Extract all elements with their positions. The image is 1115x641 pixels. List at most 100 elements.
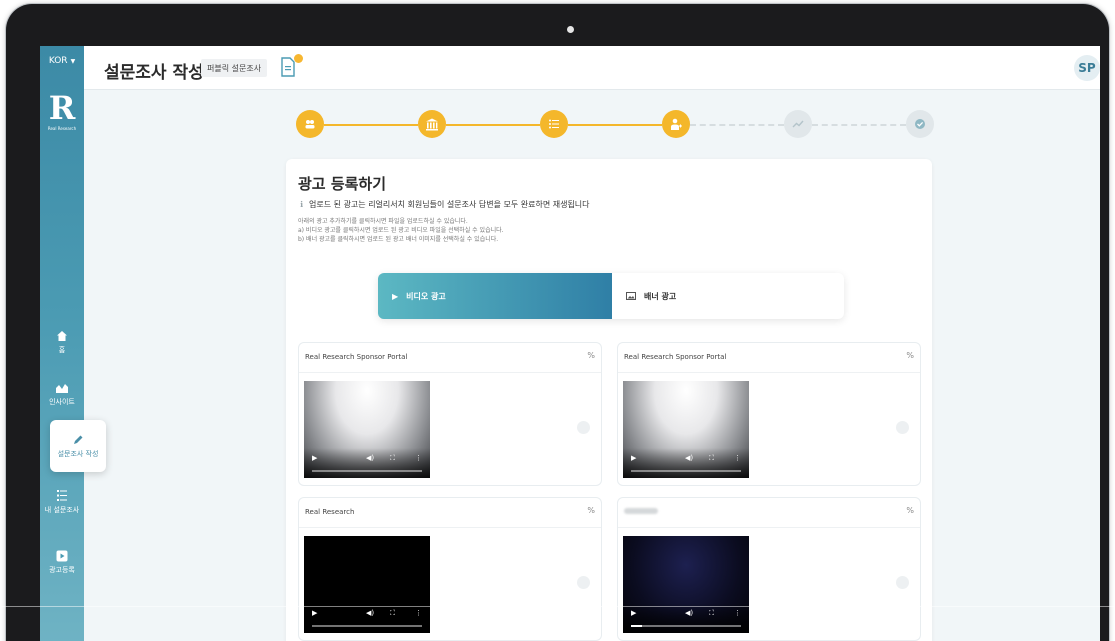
sidebar-item-label: 내 설문조사: [44, 506, 80, 514]
video-progress[interactable]: [312, 470, 422, 472]
help-line: 아래의 광고 추가하기를 클릭하시면 파일을 업로드하실 수 있습니다.: [298, 218, 468, 225]
link-icon[interactable]: %: [906, 351, 914, 360]
step-connector: [690, 124, 784, 126]
step-6[interactable]: [906, 110, 934, 138]
laptop-frame: KOR ▼ R Real Research 홈 인사이트 설문조사 작성 내 설…: [6, 4, 1109, 641]
volume-icon[interactable]: ◀): [366, 454, 374, 462]
fullscreen-icon[interactable]: ⛶: [709, 609, 714, 618]
sidebar-item-ad-register[interactable]: 광고등록: [40, 548, 84, 575]
link-icon[interactable]: %: [587, 351, 595, 360]
screen-reflection: [0, 606, 1115, 607]
notification-dot: [294, 54, 303, 63]
ad-card-header: Real Research Sponsor Portal %: [618, 343, 920, 373]
user-plus-icon: [671, 118, 682, 130]
sidebar-item-label: 설문조사 작성: [57, 450, 99, 458]
chart-icon: [40, 380, 84, 396]
chevron-down-icon: ▼: [70, 57, 76, 65]
ad-card[interactable]: Real Research % ▶ ◀) ⛶ ⋮: [298, 497, 602, 641]
sidebar-item-label: 인사이트: [49, 398, 75, 406]
image-icon: [626, 292, 636, 300]
ad-card-header: Real Research Sponsor Portal %: [299, 343, 601, 373]
link-icon[interactable]: %: [906, 506, 914, 515]
ad-card[interactable]: Real Research Sponsor Portal % ▶ ◀) ⛶ ⋮: [298, 342, 602, 486]
ad-type-toggle: ▶ 비디오 광고 배너 광고: [378, 273, 844, 319]
avatar[interactable]: SP: [1074, 55, 1100, 81]
step-3[interactable]: [540, 110, 568, 138]
ad-select-radio[interactable]: [896, 421, 909, 434]
bank-icon: [426, 118, 438, 130]
sidebar-item-insight[interactable]: 인사이트: [40, 380, 84, 407]
ad-select-radio[interactable]: [896, 576, 909, 589]
sidebar-item-my-surveys[interactable]: 내 설문조사: [40, 488, 84, 515]
check-circle-icon: [915, 119, 925, 129]
play-icon[interactable]: ▶: [631, 454, 636, 462]
sidebar-item-home[interactable]: 홈: [40, 328, 84, 355]
progress-fill: [631, 625, 642, 627]
fullscreen-icon[interactable]: ⛶: [709, 454, 714, 463]
language-selector[interactable]: KOR ▼: [40, 46, 84, 76]
volume-icon[interactable]: ◀): [685, 609, 693, 617]
video-controls: ▶ ◀) ⛶ ⋮: [623, 448, 749, 478]
tab-video-ad[interactable]: ▶ 비디오 광고: [378, 273, 612, 319]
play-icon[interactable]: ▶: [631, 609, 636, 617]
link-icon[interactable]: %: [587, 506, 595, 515]
play-icon[interactable]: ▶: [312, 609, 317, 617]
ad-select-radio[interactable]: [577, 576, 590, 589]
video-player[interactable]: ▶ ◀) ⛶ ⋮: [623, 536, 749, 633]
step-2[interactable]: [418, 110, 446, 138]
step-connector: [568, 124, 662, 126]
video-progress[interactable]: [631, 470, 741, 472]
fullscreen-icon[interactable]: ⛶: [390, 609, 395, 618]
help-line: a) 비디오 광고를 클릭하시면 업로드 된 광고 비디오 파일을 선택하실 수…: [298, 227, 504, 234]
volume-icon[interactable]: ◀): [685, 454, 693, 462]
app-screen: KOR ▼ R Real Research 홈 인사이트 설문조사 작성 내 설…: [40, 46, 1100, 641]
step-4[interactable]: [662, 110, 690, 138]
video-player[interactable]: ▶ ◀) ⛶ ⋮: [304, 536, 430, 633]
language-label: KOR: [48, 56, 68, 66]
logo[interactable]: R Real Research: [46, 90, 78, 140]
tab-label: 비디오 광고: [406, 291, 446, 301]
volume-icon[interactable]: ◀): [366, 609, 374, 617]
more-icon[interactable]: ⋮: [415, 609, 422, 617]
pencil-icon: [50, 432, 106, 448]
ad-title: Real Research Sponsor Portal: [305, 353, 408, 361]
more-icon[interactable]: ⋮: [415, 454, 422, 462]
group-icon: [305, 120, 315, 129]
video-player[interactable]: ▶ ◀) ⛶ ⋮: [623, 381, 749, 478]
help-line: b) 배너 광고를 클릭하시면 업로드 된 광고 배너 이미지를 선택하실 수 …: [298, 236, 499, 243]
card-title: 광고 등록하기: [298, 175, 387, 193]
ad-card[interactable]: Real Research Sponsor Portal % ▶ ◀) ⛶ ⋮: [617, 342, 921, 486]
ad-registration-card: 광고 등록하기 ℹ 업로드 된 광고는 리얼리서치 회원님들이 설문조사 답변을…: [286, 159, 932, 641]
play-icon[interactable]: ▶: [312, 454, 317, 462]
logo-caption: Real Research: [47, 126, 77, 131]
list-icon: [549, 119, 559, 129]
ad-card[interactable]: % ▶ ◀) ⛶ ⋮: [617, 497, 921, 641]
tab-label: 배너 광고: [644, 291, 677, 301]
video-progress[interactable]: [312, 625, 422, 627]
home-icon: [40, 328, 84, 344]
video-progress[interactable]: [631, 625, 741, 627]
video-player[interactable]: ▶ ◀) ⛶ ⋮: [304, 381, 430, 478]
ad-card-header: Real Research %: [299, 498, 601, 528]
camera-dot: [567, 26, 574, 33]
tab-banner-ad[interactable]: 배너 광고: [612, 273, 844, 319]
sidebar-item-create-survey[interactable]: 설문조사 작성: [50, 420, 106, 472]
ad-select-radio[interactable]: [577, 421, 590, 434]
play-icon: [40, 548, 84, 564]
notice: ℹ 업로드 된 광고는 리얼리서치 회원님들이 설문조사 답변을 모두 완료하면…: [300, 199, 590, 210]
document-button[interactable]: [280, 54, 303, 79]
ad-title: Real Research Sponsor Portal: [624, 353, 727, 361]
step-5[interactable]: [784, 110, 812, 138]
trend-icon: [792, 120, 804, 128]
info-icon: ℹ: [300, 200, 304, 209]
list-icon: [40, 488, 84, 504]
step-1[interactable]: [296, 110, 324, 138]
video-controls: ▶ ◀) ⛶ ⋮: [304, 603, 430, 633]
more-icon[interactable]: ⋮: [734, 609, 741, 617]
step-connector: [324, 124, 418, 126]
logo-mark: R: [48, 89, 76, 127]
more-icon[interactable]: ⋮: [734, 454, 741, 462]
video-controls: ▶ ◀) ⛶ ⋮: [304, 448, 430, 478]
notice-text: 업로드 된 광고는 리얼리서치 회원님들이 설문조사 답변을 모두 완료하면 재…: [309, 200, 590, 209]
fullscreen-icon[interactable]: ⛶: [390, 454, 395, 463]
